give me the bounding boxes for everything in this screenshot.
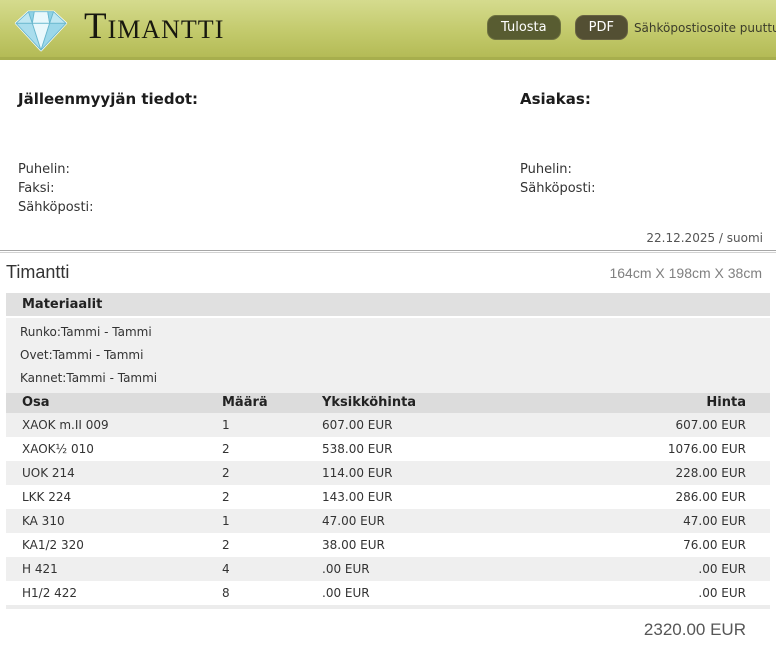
table-cell: XAOK m.II 009 xyxy=(22,413,222,437)
quote-page: Timantti Tulosta PDF Sähköpostiosoite pu… xyxy=(0,0,776,662)
reseller-email-label: Sähköposti: xyxy=(18,198,520,217)
table-cell: 607.00 EUR xyxy=(322,413,612,437)
customer-info: Asiakas: Puhelin: Sähköposti: xyxy=(520,90,762,217)
reseller-labels: Puhelin: Faksi: Sähköposti: xyxy=(18,160,520,217)
column-header-hinta: Hinta xyxy=(612,393,746,413)
table-cell: 4 xyxy=(222,557,322,581)
table-row: XAOK m.II 0091607.00 EUR607.00 EUR xyxy=(6,413,770,437)
table-cell: 1 xyxy=(222,509,322,533)
table-cell: .00 EUR xyxy=(612,557,746,581)
material-row: Kannet:Tammi - Tammi xyxy=(20,367,770,390)
table-cell: 8 xyxy=(222,581,322,605)
table-cell: 1076.00 EUR xyxy=(612,437,746,461)
table-cell: 2 xyxy=(222,533,322,557)
table-cell: 1 xyxy=(222,413,322,437)
product-dimensions: 164cm X 198cm X 38cm xyxy=(609,265,762,281)
reseller-phone-label: Puhelin: xyxy=(18,160,520,179)
customer-title: Asiakas: xyxy=(520,90,762,108)
table-cell: 47.00 EUR xyxy=(612,509,746,533)
table-cell: KA1/2 320 xyxy=(22,533,222,557)
customer-phone-label: Puhelin: xyxy=(520,160,762,179)
table-cell: 2 xyxy=(222,437,322,461)
reseller-fax-label: Faksi: xyxy=(18,179,520,198)
header-actions: Tulosta PDF Sähköpostiosoite puuttu xyxy=(487,15,776,40)
reseller-title: Jälleenmyyjän tiedot: xyxy=(18,90,520,108)
table-cell: 607.00 EUR xyxy=(612,413,746,437)
brand-title: Timantti xyxy=(84,7,224,47)
materials-header: Materiaalit xyxy=(6,293,770,318)
customer-labels: Puhelin: Sähköposti: xyxy=(520,160,762,198)
diamond-icon xyxy=(12,5,70,55)
table-cell: XAOK½ 010 xyxy=(22,437,222,461)
parts-rows: XAOK m.II 0091607.00 EUR607.00 EURXAOK½ … xyxy=(0,413,776,605)
table-cell: .00 EUR xyxy=(322,557,612,581)
material-row: Ovet:Tammi - Tammi xyxy=(20,344,770,367)
table-row: KA 310147.00 EUR47.00 EUR xyxy=(6,509,770,533)
table-cell: .00 EUR xyxy=(612,581,746,605)
materials-list: Runko:Tammi - TammiOvet:Tammi - TammiKan… xyxy=(6,318,770,393)
reseller-info: Jälleenmyyjän tiedot: Puhelin: Faksi: Sä… xyxy=(18,90,520,217)
table-cell: H 421 xyxy=(22,557,222,581)
product-row: Timantti 164cm X 198cm X 38cm xyxy=(0,253,776,293)
table-cell: UOK 214 xyxy=(22,461,222,485)
column-header-yksikkohinta: Yksikköhinta xyxy=(322,393,612,413)
column-header-maara: Määrä xyxy=(222,393,322,413)
table-cell: 228.00 EUR xyxy=(612,461,746,485)
table-cell: 143.00 EUR xyxy=(322,485,612,509)
table-cell: H1/2 422 xyxy=(22,581,222,605)
date-locale: 22.12.2025 / suomi xyxy=(0,231,776,245)
material-row: Runko:Tammi - Tammi xyxy=(20,321,770,344)
table-cell: 47.00 EUR xyxy=(322,509,612,533)
info-section: Jälleenmyyjän tiedot: Puhelin: Faksi: Sä… xyxy=(0,60,776,217)
table-cell: LKK 224 xyxy=(22,485,222,509)
table-row: LKK 2242143.00 EUR286.00 EUR xyxy=(6,485,770,509)
table-cell: 538.00 EUR xyxy=(322,437,612,461)
table-row: KA1/2 320238.00 EUR76.00 EUR xyxy=(6,533,770,557)
table-cell: 76.00 EUR xyxy=(612,533,746,557)
product-name: Timantti xyxy=(6,262,69,283)
table-cell: KA 310 xyxy=(22,509,222,533)
table-cell: 2 xyxy=(222,485,322,509)
customer-email-label: Sähköposti: xyxy=(520,179,762,198)
table-row: H 4214.00 EUR.00 EUR xyxy=(6,557,770,581)
table-row: UOK 2142114.00 EUR228.00 EUR xyxy=(6,461,770,485)
table-row: H1/2 4228.00 EUR.00 EUR xyxy=(6,581,770,605)
column-header-osa: Osa xyxy=(22,393,222,413)
table-row: XAOK½ 0102538.00 EUR1076.00 EUR xyxy=(6,437,770,461)
total-amount: 2320.00 EUR xyxy=(0,609,776,640)
print-button[interactable]: Tulosta xyxy=(487,15,561,40)
table-cell: 38.00 EUR xyxy=(322,533,612,557)
table-cell: 2 xyxy=(222,461,322,485)
table-cell: 286.00 EUR xyxy=(612,485,746,509)
pdf-button[interactable]: PDF xyxy=(575,15,628,40)
table-cell: 114.00 EUR xyxy=(322,461,612,485)
table-cell: .00 EUR xyxy=(322,581,612,605)
email-missing-warning: Sähköpostiosoite puuttu xyxy=(634,21,776,35)
parts-table-header: Osa Määrä Yksikköhinta Hinta xyxy=(6,393,770,413)
app-header: Timantti Tulosta PDF Sähköpostiosoite pu… xyxy=(0,0,776,60)
